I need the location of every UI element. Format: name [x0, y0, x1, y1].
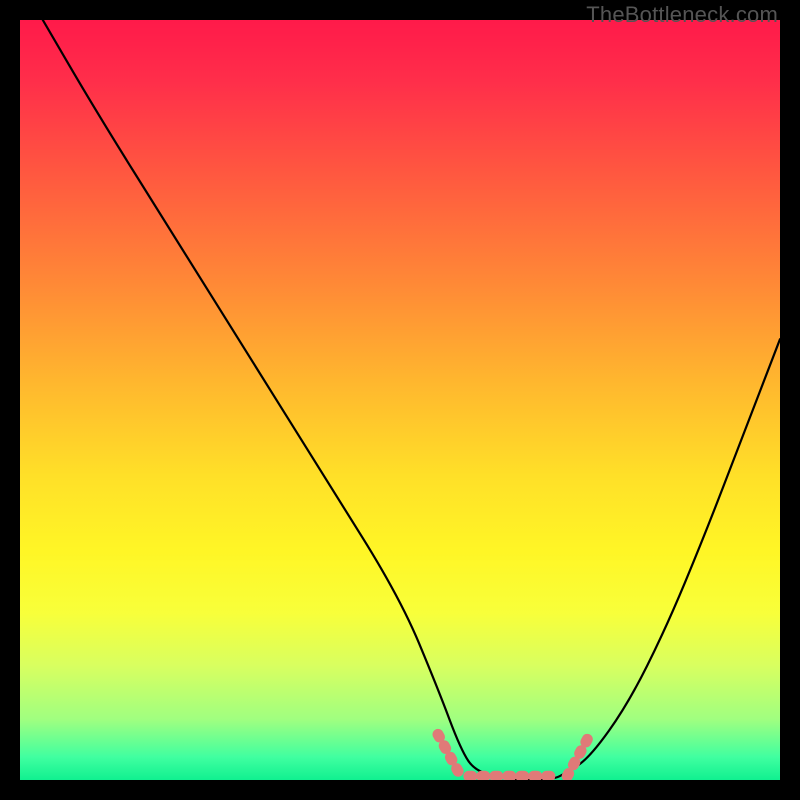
- flat-bottom-marker-right: [567, 734, 590, 776]
- plot-area: [20, 20, 780, 780]
- outer-frame: TheBottleneck.com: [0, 0, 800, 800]
- flat-bottom-marker-left: [438, 734, 461, 776]
- watermark-text: TheBottleneck.com: [586, 2, 778, 28]
- bottom-marker-svg: [20, 20, 780, 780]
